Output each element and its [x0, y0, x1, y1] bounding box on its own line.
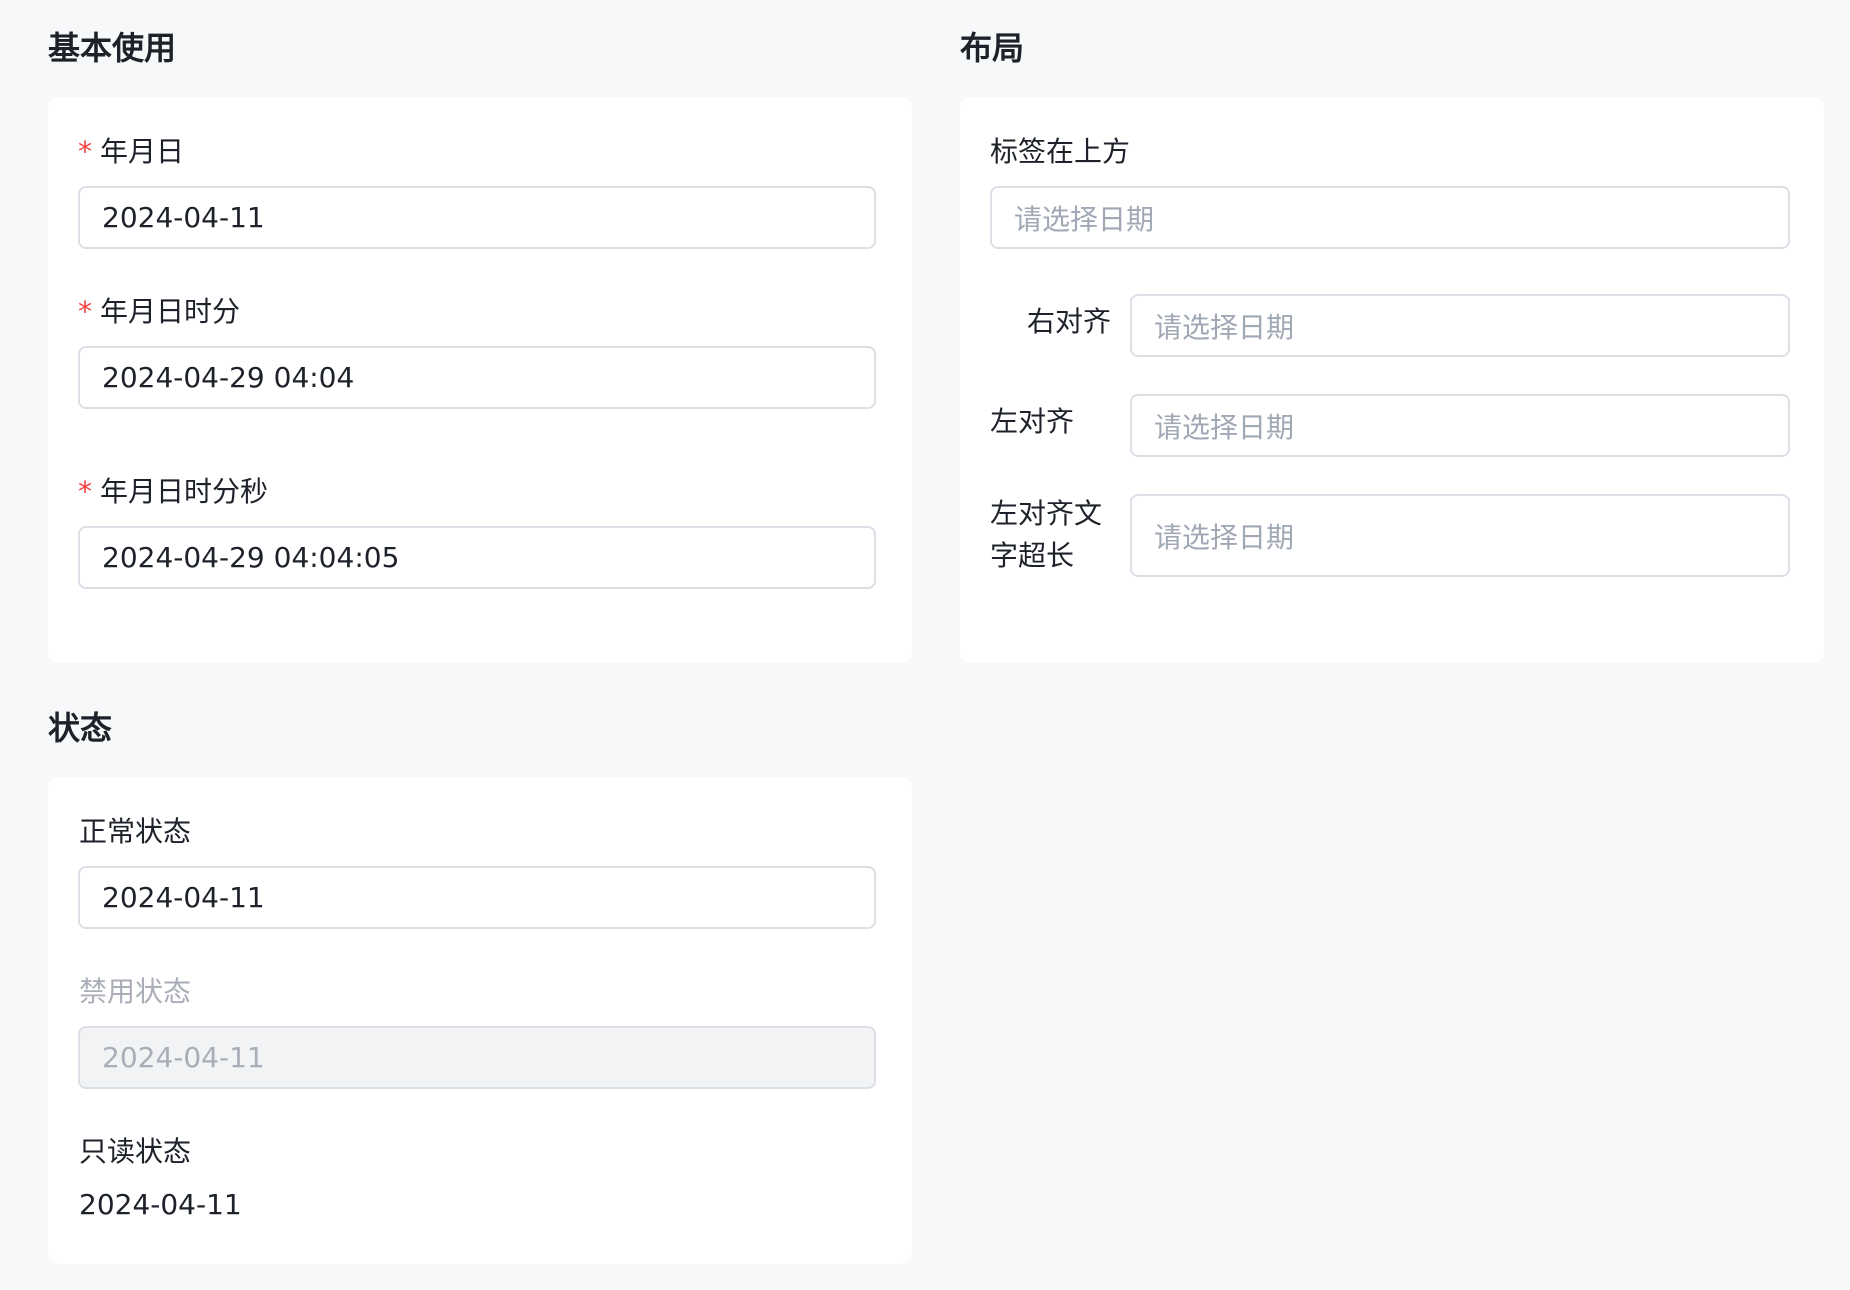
date-picker-input-normal[interactable]: 2024-04-11 [78, 866, 876, 929]
date-picker-input[interactable]: 2024-04-11 [78, 186, 876, 249]
date-picker-input-disabled: 2024-04-11 [78, 1026, 876, 1089]
field-label-readonly: 只读状态 [79, 1135, 192, 1168]
field-label-left-aligned: 左对齐 [990, 405, 1075, 438]
section-title-state: 状态 [48, 709, 113, 747]
field-label-text: 年月日时分秒 [100, 475, 269, 508]
readonly-value: 2024-04-11 [79, 1188, 242, 1221]
field-label-top: 标签在上方 [990, 135, 1131, 168]
card-layout: 标签在上方 请选择日期 右对齐 请选择日期 左对齐 请选择日期 左对齐文字超长 … [960, 97, 1824, 663]
required-mark: * [78, 295, 92, 328]
required-mark: * [78, 475, 92, 508]
field-label-datetime-minute: * 年月日时分 [78, 294, 240, 330]
date-picker-input-left-aligned[interactable]: 请选择日期 [1130, 394, 1790, 457]
date-picker-input-right-aligned[interactable]: 请选择日期 [1130, 294, 1790, 357]
field-label-left-aligned-long: 左对齐文字超长 [990, 497, 1103, 572]
card-basic: * 年月日 2024-04-11 * 年月日时分 2024-04-29 04:04 … [48, 97, 912, 663]
date-picker-input-label-top[interactable]: 请选择日期 [990, 186, 1790, 249]
field-label-disabled: 禁用状态 [79, 975, 192, 1008]
field-label-right-aligned: 右对齐 [1027, 305, 1112, 338]
datetime-minute-picker-input[interactable]: 2024-04-29 04:04 [78, 346, 876, 409]
field-label-text: 年月日 [100, 135, 185, 168]
section-title-basic: 基本使用 [48, 29, 177, 67]
required-mark: * [78, 135, 92, 168]
section-title-layout: 布局 [960, 29, 1025, 67]
datetime-second-picker-input[interactable]: 2024-04-29 04:04:05 [78, 526, 876, 589]
field-label-date: * 年月日 [78, 134, 184, 170]
field-label-text: 年月日时分 [100, 295, 241, 328]
date-picker-input-left-aligned-long[interactable]: 请选择日期 [1130, 494, 1790, 577]
card-state: 正常状态 2024-04-11 禁用状态 2024-04-11 只读状态 202… [48, 777, 912, 1264]
field-label-normal: 正常状态 [79, 815, 192, 848]
field-label-datetime-second: * 年月日时分秒 [78, 474, 268, 510]
